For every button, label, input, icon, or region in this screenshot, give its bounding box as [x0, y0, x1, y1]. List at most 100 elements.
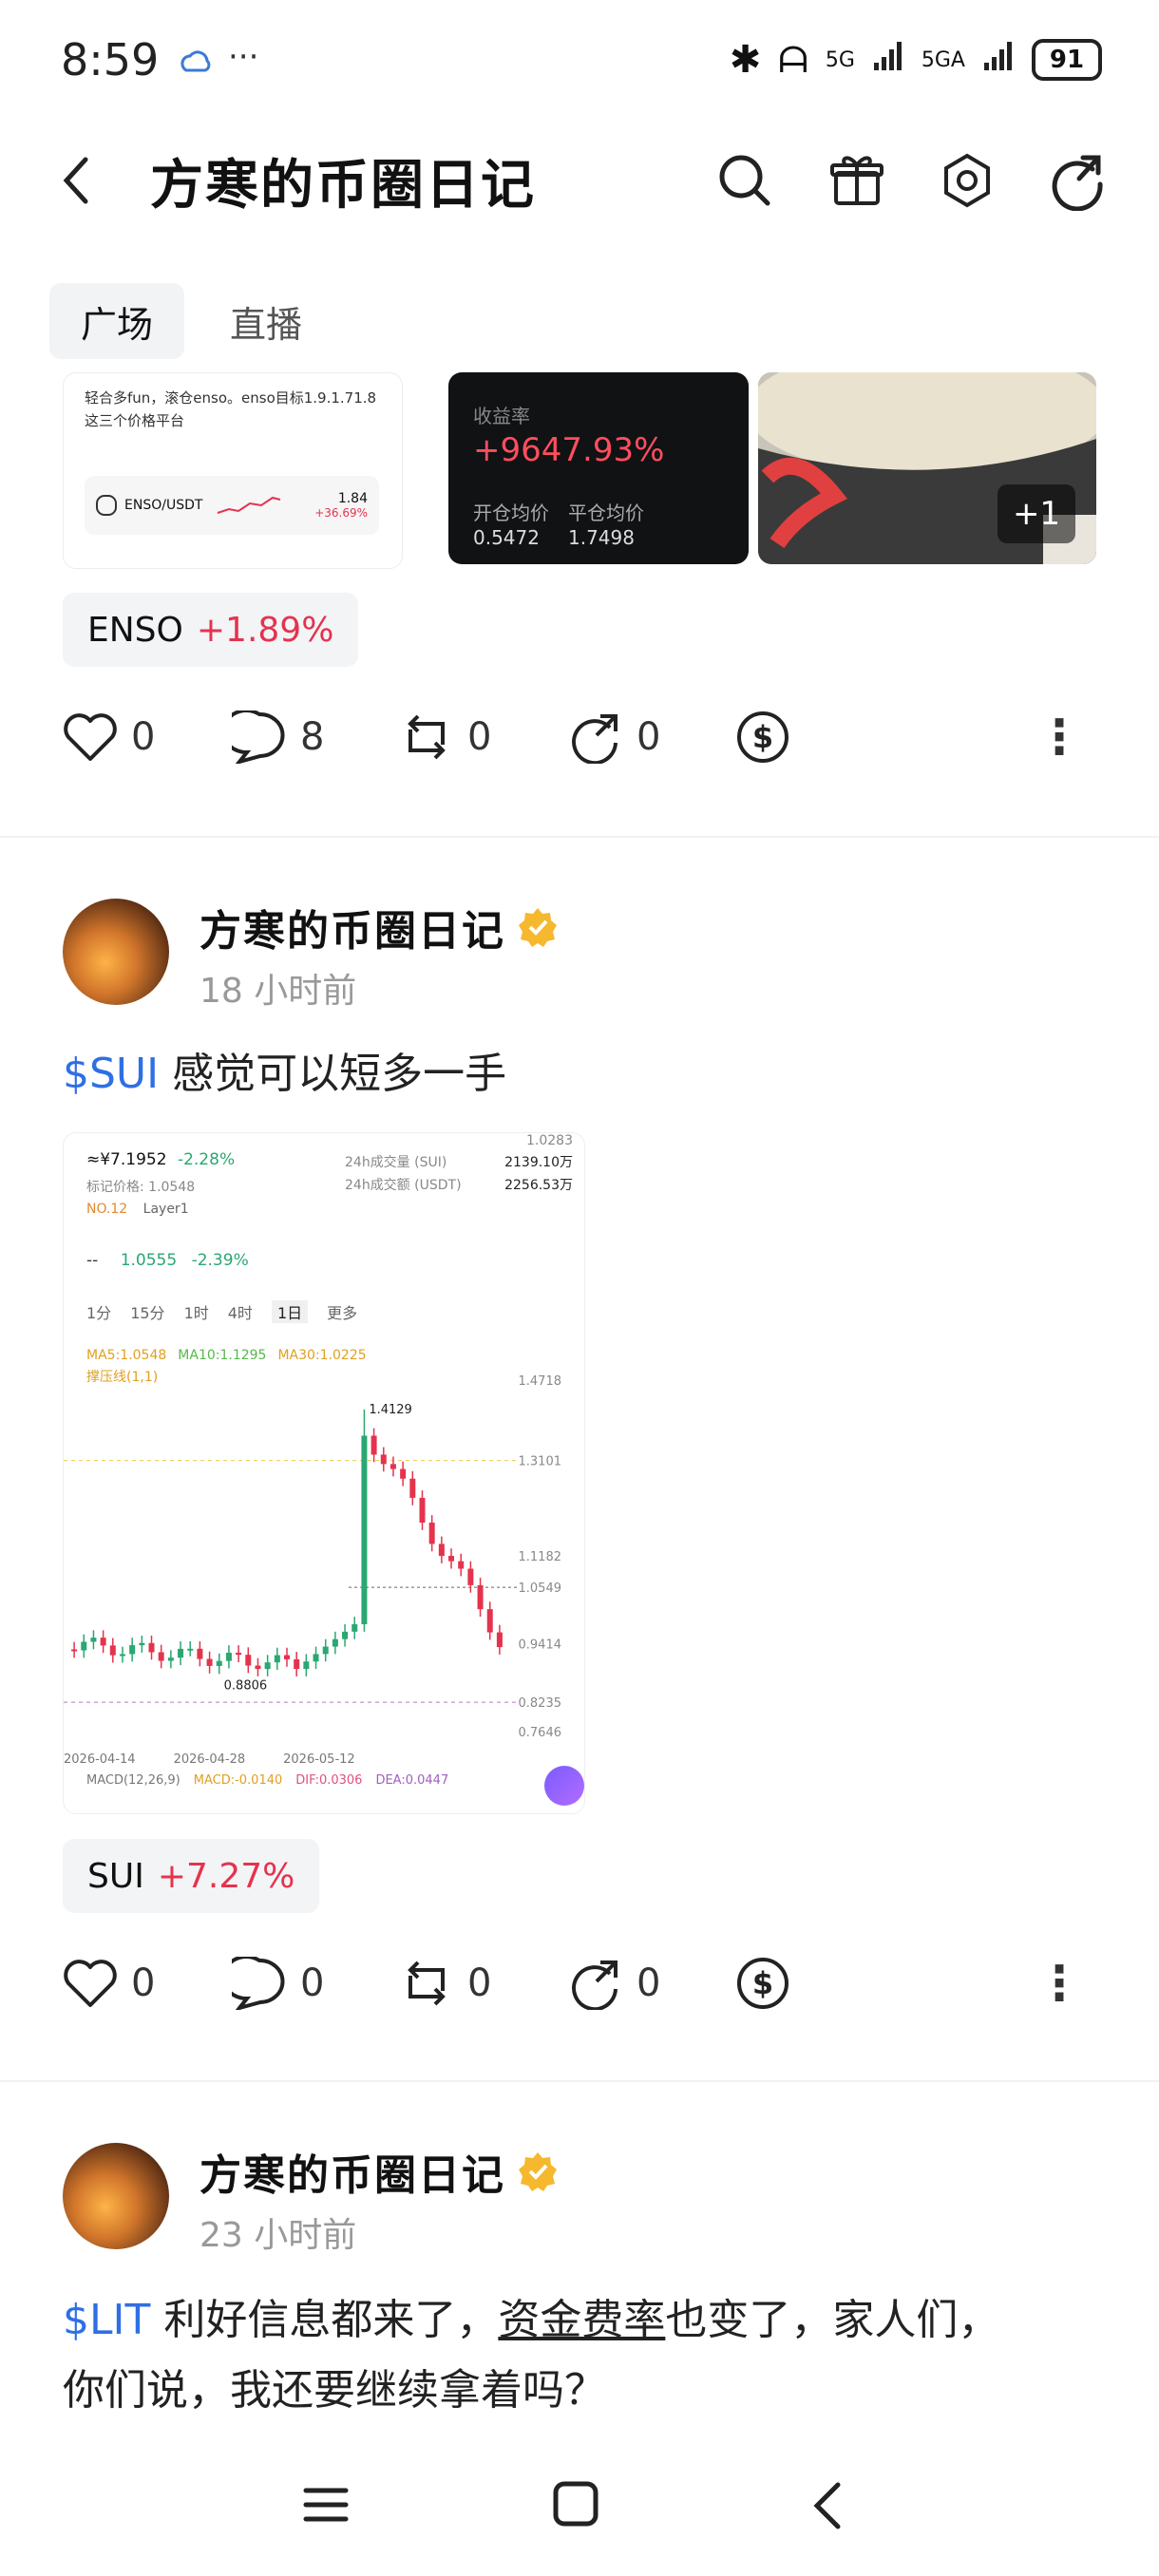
stat-value: 2139.10万: [504, 1155, 573, 1170]
candle-body: [313, 1654, 319, 1662]
candle-body: [352, 1623, 358, 1632]
candle-body: [303, 1661, 310, 1670]
tab-live[interactable]: 直播: [230, 283, 302, 359]
candle-body: [380, 1454, 387, 1465]
post-image-1[interactable]: 轻合多fun，滚仓enso。enso目标1.9.1.71.8这三个价格平台 EN…: [63, 372, 403, 569]
quote-change: -2.39%: [191, 1251, 249, 1270]
interval-tab[interactable]: 1分: [86, 1300, 111, 1323]
ma5: MA5:1.0548: [86, 1348, 167, 1363]
share-post-button[interactable]: 0: [568, 710, 735, 764]
y-tick-label: 1.0549: [519, 1582, 562, 1596]
post-image-3[interactable]: +1: [758, 372, 1096, 564]
interval-tab-active[interactable]: 1日: [271, 1300, 309, 1323]
mark-price: 标记价格: 1.0548: [86, 1180, 196, 1195]
more-menu-icon[interactable]: ⋮: [1036, 1956, 1108, 2011]
author-name[interactable]: 方寒的币圈日记: [200, 2141, 505, 2202]
nfc-icon: ᗩ: [778, 38, 808, 81]
assistant-bubble-icon[interactable]: [544, 1766, 584, 1806]
repost-icon: [408, 1960, 446, 2006]
candle-body: [81, 1641, 87, 1651]
price-change: -2.28%: [177, 1150, 236, 1169]
cashtag-link[interactable]: $SUI: [63, 1050, 159, 1098]
candlestick-chart: 1.4718 1.3101 1.1182 1.0549 0.9414 0.8235 0.76…: [64, 1374, 562, 1740]
candle-body: [294, 1658, 300, 1670]
ma30: MA30:1.0225: [277, 1348, 367, 1363]
share-count: 0: [636, 1961, 661, 2005]
repost-button[interactable]: 0: [399, 1957, 568, 2010]
post-chart-image[interactable]: ≈¥7.1952 -2.28% 标记价格: 1.0548 NO.12 Layer…: [63, 1132, 585, 1814]
like-count: 0: [131, 1961, 156, 2005]
search-icon: [719, 155, 770, 206]
repost-button[interactable]: 0: [399, 710, 568, 764]
candle-body: [100, 1638, 106, 1646]
tab-square[interactable]: 广场: [49, 283, 184, 359]
post-actions: 0 8 0 0 $ ⋮: [63, 699, 1108, 775]
date-tick: 2026-04-28: [173, 1752, 246, 1767]
cashtag-link[interactable]: $LIT: [63, 2296, 150, 2344]
verified-badge-icon: [519, 908, 557, 947]
ma10: MA10:1.1295: [178, 1348, 267, 1363]
home-nav-button[interactable]: [551, 2479, 600, 2532]
interval-tabs: 1分 15分 1时 4时 1日 更多: [86, 1300, 357, 1323]
candle-body: [216, 1660, 222, 1666]
candle-body: [284, 1655, 290, 1659]
dif-value: DIF:0.0306: [295, 1773, 363, 1788]
share-post-button[interactable]: 0: [568, 1957, 735, 2010]
macd-value: MACD:-0.0140: [193, 1773, 283, 1788]
candle-body: [206, 1658, 213, 1666]
candle-body: [71, 1649, 78, 1652]
y-tick-label: 1.4718: [519, 1374, 562, 1389]
tip-button[interactable]: $: [735, 1956, 790, 2011]
candle-body: [274, 1655, 280, 1663]
candle-body: [119, 1654, 125, 1657]
candle-body: [390, 1464, 396, 1469]
term-link[interactable]: 资金费率: [498, 2296, 665, 2344]
interval-tab[interactable]: 1时: [184, 1300, 209, 1323]
like-button[interactable]: 0: [63, 711, 232, 763]
author-name[interactable]: 方寒的币圈日记: [200, 897, 505, 957]
candle-body: [187, 1648, 194, 1651]
ticker-chip[interactable]: ENSO +1.89%: [63, 593, 359, 667]
comment-button[interactable]: 8: [232, 710, 399, 764]
pair-label: ENSO/USDT: [124, 498, 203, 513]
candle-body: [90, 1638, 97, 1642]
more-images-badge[interactable]: +1: [998, 484, 1075, 543]
comment-icon: [232, 1957, 285, 2010]
post-body: 你们说，我还要继续拿着吗？: [63, 2366, 606, 2415]
avatar[interactable]: [63, 2143, 169, 2249]
interval-tab[interactable]: 15分: [130, 1300, 164, 1323]
like-button[interactable]: 0: [63, 1958, 232, 2009]
status-icons: ✱ ᗩ 5G 5GA 91: [730, 38, 1102, 82]
interval-tab[interactable]: 4时: [228, 1300, 253, 1323]
gift-button[interactable]: [826, 150, 887, 215]
post-image-2[interactable]: 收益率 +9647.93% 开仓均价 平仓均价 0.5472 1.7498: [448, 372, 749, 564]
ticker-chip[interactable]: SUI +7.27%: [63, 1839, 320, 1913]
menu-nav-button[interactable]: [302, 2481, 350, 2532]
tip-button[interactable]: $: [735, 710, 790, 765]
image-caption: 轻合多fun，滚仓enso。enso目标1.9.1.71.8这三个价格平台: [85, 389, 377, 429]
dollar-icon: $: [737, 711, 788, 763]
stats-list: 24h成交量 (SUI) 2139.10万 24h成交额 (USDT) 2256.5…: [345, 1152, 573, 1194]
ticker-symbol: SUI: [87, 1856, 144, 1896]
search-button[interactable]: [714, 150, 775, 215]
page-title: 方寒的币圈日记: [150, 155, 536, 217]
candle-body: [477, 1584, 484, 1610]
dea-value: DEA:0.0447: [375, 1773, 449, 1788]
candle-body: [245, 1655, 252, 1666]
low-label: 0.8806: [224, 1678, 268, 1693]
interval-more[interactable]: 更多: [327, 1300, 357, 1323]
avatar[interactable]: [63, 899, 169, 1005]
post-time: 18 小时前: [200, 972, 357, 1011]
candle-body: [264, 1662, 271, 1670]
quote-row: -- 1.0555 -2.39%: [86, 1251, 249, 1270]
comment-button[interactable]: 0: [232, 1957, 399, 2010]
status-bar: 8:59 ··· ✱ ᗩ 5G 5GA 91: [0, 0, 1159, 123]
candle-body: [322, 1646, 329, 1655]
share-button[interactable]: [1047, 150, 1108, 215]
more-menu-icon[interactable]: ⋮: [1036, 710, 1108, 765]
back-nav-button[interactable]: [809, 2479, 847, 2536]
settings-button[interactable]: [937, 150, 998, 215]
stat-label: 24h成交量 (SUI): [345, 1155, 447, 1170]
divider: [0, 2080, 1159, 2082]
back-button[interactable]: [59, 152, 93, 213]
